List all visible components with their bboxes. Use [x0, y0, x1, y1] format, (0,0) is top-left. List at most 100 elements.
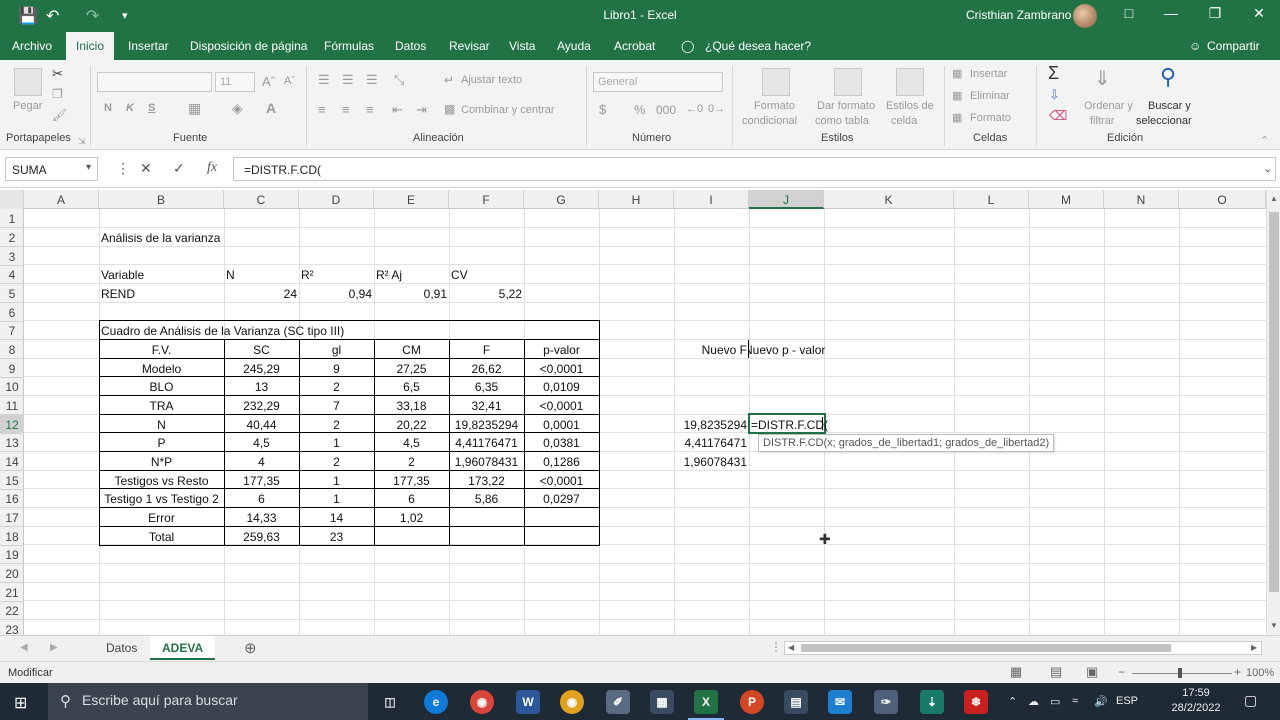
anova-header[interactable]: SC	[224, 341, 299, 360]
new-f-header[interactable]: Nuevo F	[674, 341, 749, 360]
anova-cell[interactable]: 2	[374, 453, 449, 472]
anova-cell[interactable]: 2	[299, 416, 374, 435]
zoom-out-icon[interactable]: −	[1118, 665, 1125, 679]
font-color-icon[interactable]: A	[266, 100, 276, 116]
anova-cell[interactable]: 4,5	[224, 434, 299, 453]
anova-cell[interactable]: 245,29	[224, 360, 299, 379]
orientation-icon[interactable]: ⤡	[394, 72, 404, 88]
italic-button[interactable]: K	[126, 102, 134, 114]
summary-header[interactable]: R²	[299, 266, 316, 285]
anova-cell[interactable]: 19,8235294	[449, 416, 524, 435]
battery-icon[interactable]: ▭	[1050, 695, 1060, 708]
infostat-icon[interactable]: ✐	[606, 690, 630, 714]
increase-decimal-icon[interactable]: ←0	[686, 103, 703, 115]
active-cell-text[interactable]: =DISTR.F.CD(	[749, 416, 828, 435]
cancel-button[interactable]: ✕	[140, 160, 152, 177]
format-table-icon[interactable]	[834, 68, 862, 96]
tab-ayuda[interactable]: Ayuda	[557, 39, 591, 53]
align-bottom-icon[interactable]: ☰	[366, 72, 378, 88]
increase-indent-icon[interactable]: ⇥	[416, 102, 427, 118]
anova-cell[interactable]: 32,41	[449, 397, 524, 416]
anova-cell[interactable]: P	[99, 434, 224, 453]
row-header[interactable]: 20	[0, 564, 24, 583]
function-tooltip[interactable]: DISTR.F.CD(x; grados_de_libertad1; grado…	[758, 434, 1055, 452]
anova-cell[interactable]: 232,29	[224, 397, 299, 416]
windows-start-icon[interactable]: ⊞	[14, 693, 27, 713]
scroll-down-icon[interactable]: ▼	[1270, 621, 1278, 630]
anova-cell[interactable]: 13	[224, 378, 299, 397]
delete-cells-button[interactable]: Eliminar	[970, 90, 1010, 102]
column-header[interactable]: E	[374, 190, 449, 209]
mail-icon[interactable]: ✉	[828, 690, 852, 714]
anova-cell[interactable]: 26,62	[449, 360, 524, 379]
align-middle-icon[interactable]: ☰	[342, 72, 354, 88]
page-layout-icon[interactable]: ▤	[1050, 664, 1062, 680]
grow-font-icon[interactable]: Aˆ	[262, 74, 275, 89]
column-header[interactable]: N	[1104, 190, 1179, 209]
anova-cell[interactable]: Modelo	[99, 360, 224, 379]
horizontal-scroll-thumb[interactable]	[801, 644, 1171, 652]
cell-styles-line1[interactable]: Estilos de	[886, 100, 934, 112]
page-break-icon[interactable]: ▣	[1086, 664, 1098, 680]
anova-cell[interactable]: 33,18	[374, 397, 449, 416]
format-table-line1[interactable]: Dar formato	[817, 100, 875, 112]
restore-icon[interactable]: ❐	[1204, 5, 1226, 25]
column-header[interactable]: C	[224, 190, 299, 209]
column-header[interactable]: I	[674, 190, 749, 209]
anova-cell[interactable]: 5,86	[449, 490, 524, 509]
font-size-dropdown[interactable]: 11	[215, 72, 255, 92]
name-box[interactable]: SUMA	[5, 157, 98, 181]
sort-filter-line1[interactable]: Ordenar y	[1084, 100, 1133, 112]
scroll-right-icon[interactable]: ▶	[1251, 643, 1257, 652]
currency-button[interactable]: $	[599, 102, 606, 117]
prev-sheet-icon[interactable]: ◀	[20, 642, 28, 653]
horizontal-scrollbar[interactable]: ◀ ▶	[784, 641, 1262, 655]
percent-button[interactable]: %	[634, 102, 646, 117]
find-select-line1[interactable]: Buscar y	[1148, 100, 1191, 112]
column-header-selected[interactable]: J	[749, 190, 824, 209]
ribbon-display-icon[interactable]: □	[1118, 5, 1140, 25]
column-header[interactable]: H	[599, 190, 674, 209]
sheet-tab-datos[interactable]: Datos	[94, 636, 149, 660]
normal-view-icon[interactable]: ▦	[1010, 664, 1022, 680]
edge-icon[interactable]: e	[424, 690, 448, 714]
column-header[interactable]: M	[1029, 190, 1104, 209]
align-center-icon[interactable]: ≡	[342, 102, 350, 117]
anova-cell[interactable]: 4,5	[374, 434, 449, 453]
row-header[interactable]: 2	[0, 228, 24, 247]
anova-cell[interactable]: 14	[299, 509, 374, 528]
anova-cell[interactable]: 0,0297	[524, 490, 599, 509]
expand-formula-icon[interactable]: ⌄	[1263, 162, 1272, 175]
tab-formulas[interactable]: Fórmulas	[324, 39, 374, 53]
shrink-font-icon[interactable]: Aˇ	[284, 75, 295, 87]
anova-cell[interactable]: 2	[299, 378, 374, 397]
font-name-dropdown[interactable]	[97, 72, 212, 92]
summary-value[interactable]: 0,91	[374, 285, 449, 304]
row-header[interactable]: 19	[0, 545, 24, 564]
column-header[interactable]: G	[524, 190, 599, 209]
align-left-icon[interactable]: ≡	[318, 102, 326, 117]
tab-datos[interactable]: Datos	[395, 39, 426, 53]
wifi-icon[interactable]: ≈	[1072, 695, 1078, 707]
bold-button[interactable]: N	[104, 102, 112, 114]
fill-icon[interactable]: ⇩	[1049, 87, 1060, 103]
row-header[interactable]: 14	[0, 452, 24, 471]
anova-header[interactable]: F	[449, 341, 524, 360]
wrap-text-button[interactable]: Ajustar texto	[461, 74, 522, 86]
conditional-format-icon[interactable]	[762, 68, 790, 96]
language-indicator[interactable]: ESP	[1116, 695, 1138, 707]
anova-cell[interactable]: 27,25	[374, 360, 449, 379]
format-cells-button[interactable]: Formato	[970, 112, 1011, 124]
anova-cell[interactable]: Testigos vs Resto	[99, 472, 224, 491]
worksheet-grid[interactable]: Análisis de la varianza Variable N R² R²…	[24, 209, 1266, 635]
cell-styles-icon[interactable]	[896, 68, 924, 96]
sort-filter-icon[interactable]: ⇓	[1094, 66, 1111, 91]
paste-icon[interactable]	[14, 68, 42, 96]
row-header[interactable]: 7	[0, 321, 24, 340]
acrobat-icon[interactable]: ❄	[964, 690, 988, 714]
magnifier-icon[interactable]: ⚲	[1160, 64, 1176, 90]
anova-header[interactable]: F.V.	[99, 341, 224, 360]
row-header-selected[interactable]: 12	[0, 415, 24, 434]
column-header[interactable]: B	[99, 190, 224, 209]
summary-value[interactable]: 5,22	[449, 285, 524, 304]
